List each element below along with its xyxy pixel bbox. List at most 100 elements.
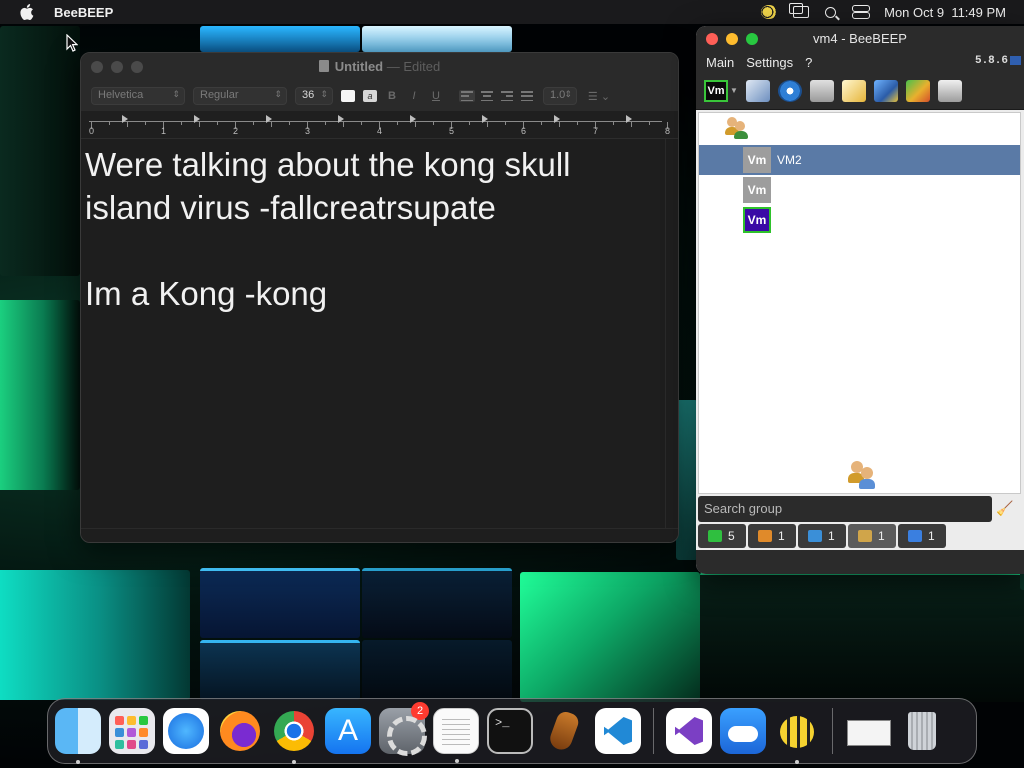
beebeep-window: vm4 - BeeBEEP Main Settings ? 5.8.6 Vm ▼… (696, 26, 1024, 574)
wallpaper-tile (0, 300, 80, 490)
dock-terminal-icon[interactable]: >_ (487, 708, 533, 754)
dock-safari-icon[interactable] (163, 708, 209, 754)
ruler-subtick (433, 122, 434, 125)
bold-button[interactable]: B (385, 90, 399, 102)
dock-textedit-icon[interactable] (433, 708, 479, 763)
status-dropdown-icon[interactable]: ▼ (730, 86, 738, 95)
align-left-icon[interactable] (459, 90, 475, 102)
compose-icon[interactable] (841, 79, 866, 102)
tab-stop-icon[interactable] (338, 115, 344, 123)
message-box-icon[interactable] (809, 79, 834, 102)
font-style-select[interactable]: Regular (193, 87, 287, 105)
ruler-subtick (325, 122, 326, 125)
vertical-scrollbar[interactable] (665, 139, 678, 528)
dock-firefox-icon[interactable] (217, 708, 263, 754)
wallpaper-tile (0, 570, 190, 700)
screen-mirroring-icon[interactable] (789, 3, 810, 18)
horizontal-scrollbar[interactable] (81, 528, 678, 542)
ruler[interactable]: 0 1 2 3 4 5 6 7 8 (81, 111, 678, 139)
window-title: Untitled — Edited (81, 59, 678, 74)
language-flag-icon[interactable] (1010, 56, 1021, 65)
underline-button[interactable]: U (429, 90, 443, 102)
tab-users[interactable]: 5 (698, 524, 746, 548)
menubar-clock[interactable]: Mon Oct 9 11:49 PM (884, 5, 1006, 20)
dock-visual-studio-icon[interactable] (666, 708, 712, 754)
tab-stop-icon[interactable] (482, 115, 488, 123)
users-online-icon (708, 530, 722, 542)
ruler-number: 8 (665, 126, 671, 136)
dock-garageband-icon[interactable] (541, 708, 587, 754)
line-spacing-select[interactable]: 1.0 (543, 87, 577, 105)
wallpaper-tile (362, 26, 512, 52)
file-transfer-icon[interactable] (905, 79, 930, 102)
menu-bar: BeeBEEP Mon Oct 9 11:49 PM (0, 0, 1024, 24)
align-justify-icon[interactable] (519, 90, 535, 102)
user-name: VM2 (777, 153, 802, 167)
beebeep-status-icon[interactable] (761, 5, 778, 19)
tab-shares[interactable]: 1 (898, 524, 946, 548)
user-row[interactable]: Vm (699, 205, 1020, 235)
tab-stop-icon[interactable] (266, 115, 272, 123)
wallpaper-tile (700, 572, 1024, 702)
dock-trash-icon[interactable] (899, 708, 945, 754)
ruler-subtick (397, 122, 398, 125)
apple-icon[interactable] (20, 4, 34, 20)
user-avatar-self: Vm (743, 207, 771, 233)
status-vm-icon[interactable]: Vm (704, 79, 728, 102)
tab-stop-icon[interactable] (554, 115, 560, 123)
active-app-name[interactable]: BeeBEEP (54, 5, 113, 20)
app-menu: Main Settings ? 5.8.6 (696, 52, 1024, 72)
dock-finder-icon[interactable] (55, 708, 101, 764)
ruler-subtick (145, 122, 146, 125)
wallpaper-tile (362, 640, 512, 700)
align-right-icon[interactable] (499, 90, 515, 102)
dock-minimized-window-icon[interactable] (845, 708, 891, 754)
window-titlebar[interactable]: vm4 - BeeBEEP (696, 26, 1024, 52)
search-group-input[interactable]: Search group (698, 496, 992, 522)
dock-chrome-icon[interactable] (271, 708, 317, 764)
user-avatar: Vm (743, 147, 771, 173)
wallpaper-tile (200, 640, 360, 700)
font-size-select[interactable]: 36 (295, 87, 333, 105)
spotlight-search-icon[interactable] (825, 6, 837, 18)
dock-beebeep-icon[interactable] (774, 708, 820, 764)
tab-stop-icon[interactable] (626, 115, 632, 123)
tab-stop-icon[interactable] (194, 115, 200, 123)
plugins-icon[interactable] (873, 79, 898, 102)
document-text[interactable]: Were talking about the kong skull island… (85, 143, 663, 315)
ruler-number: 5 (449, 126, 455, 136)
tab-group-members[interactable]: 1 (848, 524, 896, 548)
dock-vscode-icon[interactable] (595, 708, 641, 754)
dock-weather-icon[interactable] (720, 708, 766, 754)
italic-button[interactable]: I (407, 90, 421, 102)
person-body (859, 479, 875, 489)
menu-main[interactable]: Main (706, 55, 734, 70)
tab-count: 1 (878, 529, 885, 543)
tab-chats[interactable]: 1 (798, 524, 846, 548)
tab-stop-icon[interactable] (122, 115, 128, 123)
dock-system-settings-icon[interactable]: 2 (379, 702, 429, 756)
user-row-selected[interactable]: Vm VM2 (699, 145, 1020, 175)
user-list[interactable]: Vm VM2 Vm Vm (698, 112, 1021, 494)
font-family-select[interactable]: Helvetica (91, 87, 185, 105)
text-color-swatch[interactable] (341, 90, 355, 102)
tab-groups[interactable]: 1 (748, 524, 796, 548)
dock-launchpad-icon[interactable] (109, 708, 155, 754)
profile-edit-icon[interactable] (745, 79, 770, 102)
list-bullets-icon[interactable]: ☰ ⌄ (585, 90, 613, 103)
window-titlebar[interactable]: Untitled — Edited (81, 53, 678, 81)
background-color-swatch[interactable]: a (363, 90, 377, 102)
menu-help[interactable]: ? (805, 55, 812, 70)
menu-settings[interactable]: Settings (746, 55, 793, 70)
tab-stop-icon[interactable] (410, 115, 416, 123)
network-icon[interactable] (777, 79, 802, 102)
control-center-icon[interactable] (852, 5, 871, 19)
document-body[interactable]: Were talking about the kong skull island… (81, 139, 667, 528)
align-center-icon[interactable] (479, 90, 495, 102)
notification-badge: 2 (411, 702, 429, 720)
user-row[interactable]: Vm (699, 175, 1020, 205)
clear-search-icon[interactable]: 🧹 (996, 500, 1014, 518)
screenshot-icon[interactable] (937, 79, 962, 102)
dock-app-store-icon[interactable]: A (325, 708, 371, 754)
tab-count: 1 (828, 529, 835, 543)
